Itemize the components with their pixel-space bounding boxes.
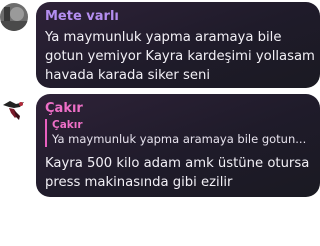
message-line: press makinasında gibi ezilir [45,175,233,190]
reply-text: Ya maymunluk yapma aramaya bile gotun... [52,132,307,146]
message-line: gotun yemiyor Kayra kardeşimi yollasam [45,49,315,64]
message-line: Ya maymunluk yapma aramaya bile [45,30,282,45]
reply-quote[interactable]: Çakır Ya maymunluk yapma aramaya bile go… [45,119,306,147]
avatar-mete-icon [0,3,28,31]
sender-name[interactable]: Mete varlı [45,9,119,24]
reply-sender-name: Çakır [52,119,83,131]
message-bubble: Çakır Çakır Ya maymunluk yapma aramaya b… [36,94,320,197]
avatar-mete[interactable] [0,3,28,31]
avatar-cakir-icon [0,96,28,124]
avatar-cakir[interactable] [0,96,28,124]
message-line: havada karada siker seni [45,68,211,83]
message-line: Kayra 500 kilo adam amk üstüne otursa [45,156,310,171]
sender-name[interactable]: Çakır [45,101,83,116]
message-bubble: Mete varlı Ya maymunluk yapma aramaya bi… [36,2,320,88]
